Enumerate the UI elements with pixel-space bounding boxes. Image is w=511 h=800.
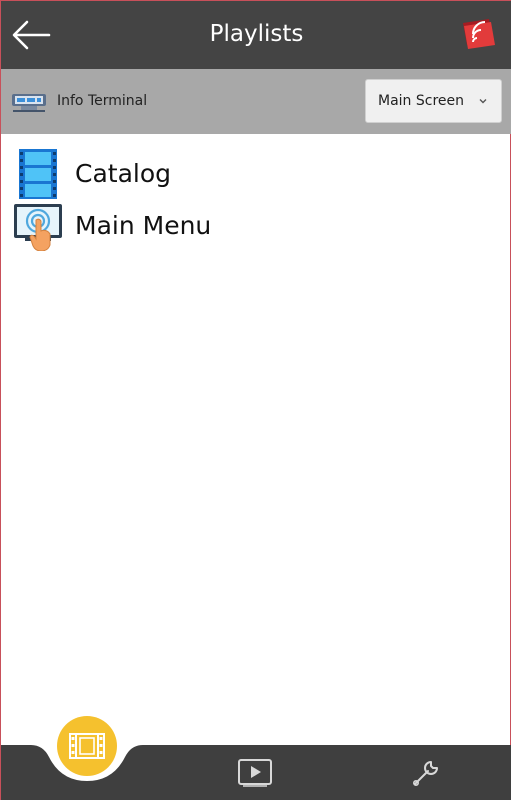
tab-settings[interactable] [409, 756, 443, 790]
playlist-item-catalog[interactable]: Catalog [1, 145, 511, 199]
tab-playlists[interactable] [56, 715, 118, 777]
tab-player[interactable] [237, 758, 273, 788]
film-strip-icon [19, 149, 57, 199]
device-bar: Info Terminal Main Screen [1, 69, 511, 134]
cast-button[interactable] [459, 17, 499, 53]
top-app-bar: Playlists [1, 1, 511, 69]
playlist-item-main-menu[interactable]: Main Menu [1, 197, 511, 251]
wrench-icon [413, 761, 438, 786]
screen-select[interactable]: Main Screen [365, 79, 502, 123]
play-icon [238, 759, 272, 787]
chevron-down-icon [479, 99, 487, 104]
touch-screen-icon [14, 204, 62, 251]
playlist-item-label: Main Menu [75, 211, 212, 240]
app-frame: Playlists Info Terminal Main Screen Cata… [0, 0, 511, 800]
screen-select-value: Main Screen [378, 93, 465, 109]
film-icon [57, 716, 117, 776]
display-device-icon [12, 94, 46, 112]
cast-icon [463, 19, 495, 49]
device-name: Info Terminal [57, 93, 148, 109]
playlist-item-label: Catalog [75, 159, 172, 188]
page-title: Playlists [209, 21, 304, 47]
